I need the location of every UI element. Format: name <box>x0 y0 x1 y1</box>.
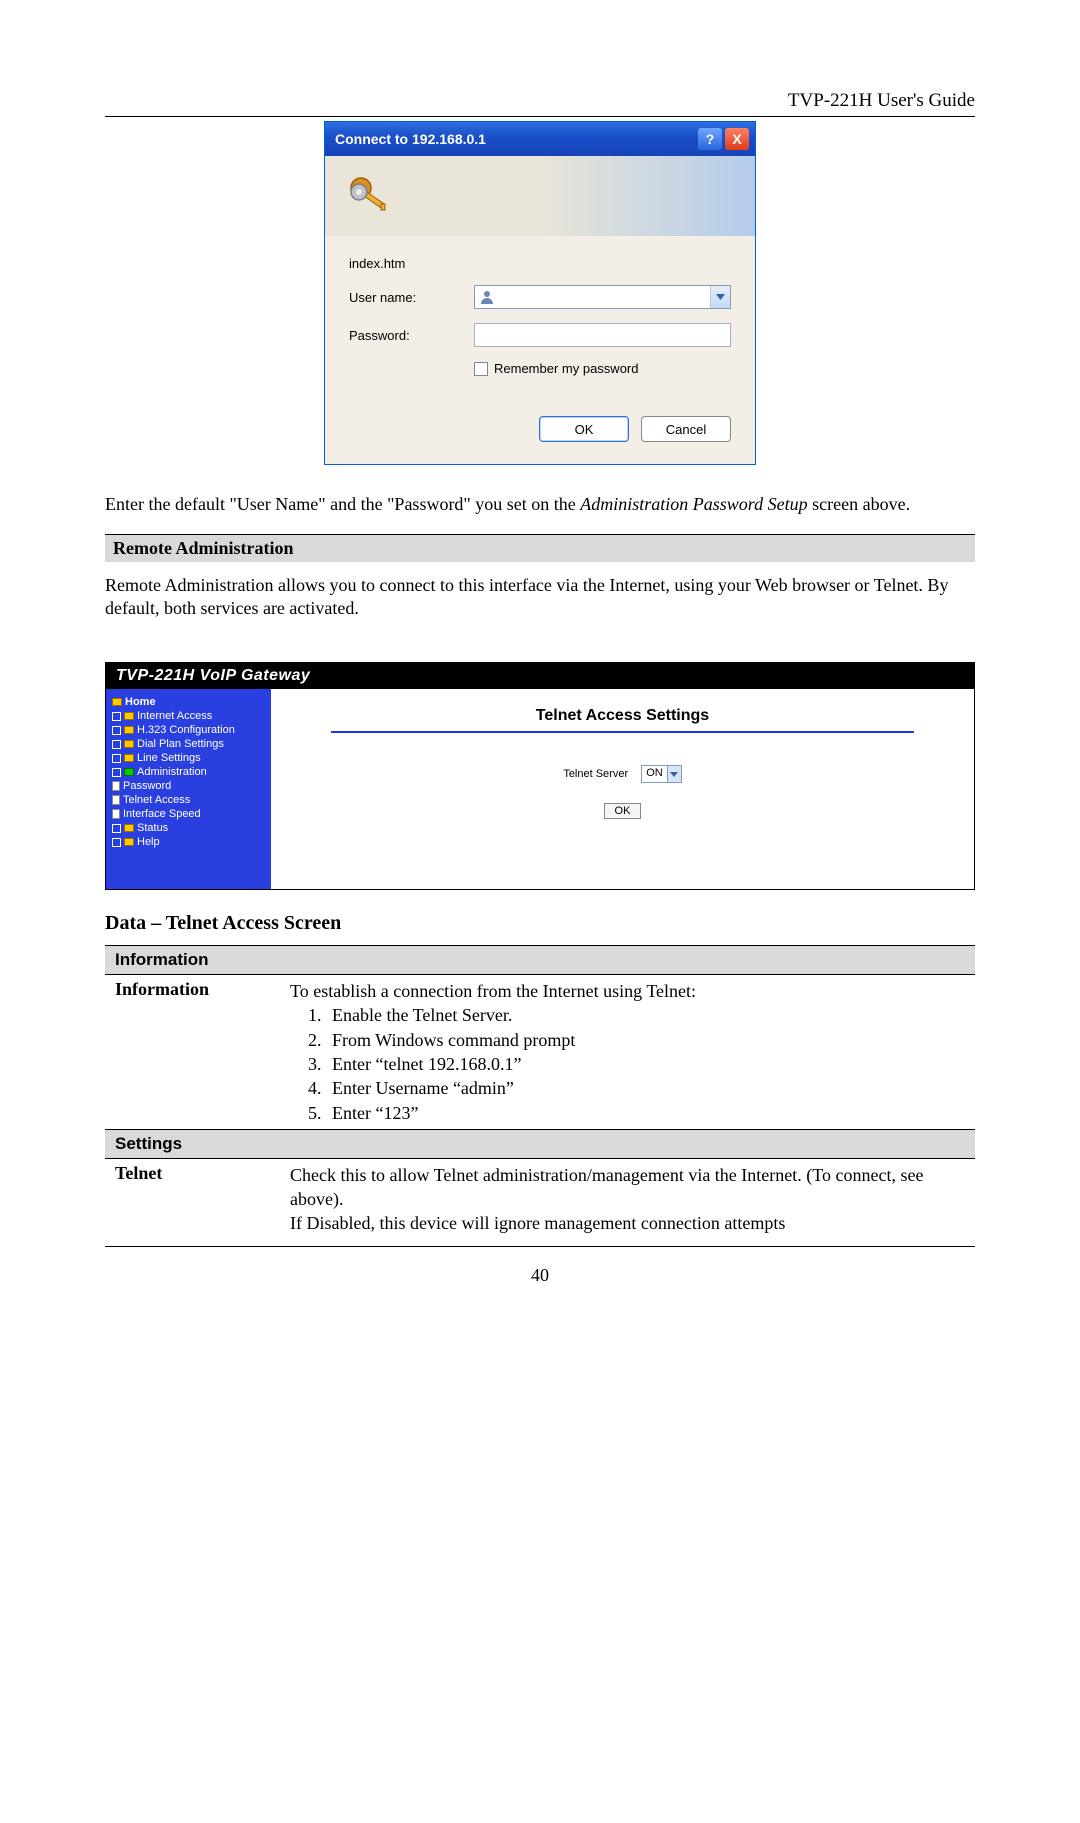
connect-dialog-figure: Connect to 192.168.0.1 ? X index.htm <box>105 121 975 465</box>
subheading-data-telnet: Data – Telnet Access Screen <box>105 912 975 935</box>
info-step-4: Enter Username “admin” <box>326 1076 965 1100</box>
gateway-ok-button[interactable]: OK <box>604 803 642 819</box>
nav-help[interactable]: Help <box>112 835 267 849</box>
folder-icon <box>124 838 134 846</box>
folder-open-icon <box>124 768 134 776</box>
data-table: Information Information To establish a c… <box>105 945 975 1240</box>
nav-password[interactable]: Password <box>112 779 267 793</box>
keys-icon <box>347 172 395 220</box>
nav-administration[interactable]: Administration <box>112 765 267 779</box>
expand-icon <box>112 824 121 833</box>
intro-text-1: Enter the default "User Name" and the "P… <box>105 494 580 514</box>
table-val-telnet: Check this to allow Telnet administratio… <box>280 1159 975 1240</box>
gateway-main: Telnet Access Settings Telnet Server ON … <box>271 689 974 889</box>
table-key-information: Information <box>105 975 280 1129</box>
dropdown-arrow-icon <box>667 766 681 782</box>
doc-icon <box>112 795 120 805</box>
remember-checkbox[interactable] <box>474 362 488 376</box>
gateway-screenshot: TVP-221H VoIP Gateway Home Internet Acce… <box>105 662 975 890</box>
telnet-val-line1: Check this to allow Telnet administratio… <box>290 1163 965 1212</box>
folder-icon <box>124 726 134 734</box>
nav-home[interactable]: Home <box>112 695 267 709</box>
section-heading-remote-admin: Remote Administration <box>105 534 975 562</box>
nav-internet-access[interactable]: Internet Access <box>112 709 267 723</box>
close-icon[interactable]: X <box>725 128 749 150</box>
footer-rule <box>105 1246 975 1247</box>
ok-button[interactable]: OK <box>539 416 629 442</box>
intro-text-italic: Administration Password Setup <box>580 494 807 514</box>
dialog-body: index.htm User name: Password: <box>325 236 755 464</box>
username-label: User name: <box>349 290 474 305</box>
user-icon <box>479 289 495 305</box>
folder-icon <box>124 712 134 720</box>
expand-icon <box>112 712 121 721</box>
nav-interface-speed[interactable]: Interface Speed <box>112 807 267 821</box>
expand-icon <box>112 754 121 763</box>
page-header-title: TVP-221H User's Guide <box>105 90 975 112</box>
intro-text-2: screen above. <box>808 494 910 514</box>
info-step-2: From Windows command prompt <box>326 1028 965 1052</box>
table-key-telnet: Telnet <box>105 1159 280 1240</box>
help-icon[interactable]: ? <box>698 128 722 150</box>
password-label: Password: <box>349 328 474 343</box>
nav-h323[interactable]: H.323 Configuration <box>112 723 267 737</box>
gateway-main-title: Telnet Access Settings <box>291 707 954 725</box>
telnet-val-line2: If Disabled, this device will ignore man… <box>290 1211 965 1235</box>
gateway-rule <box>331 731 914 733</box>
telnet-server-select[interactable]: ON <box>641 765 682 783</box>
flag-icon <box>112 698 122 706</box>
username-input[interactable] <box>474 285 731 309</box>
telnet-server-label: Telnet Server <box>563 768 628 780</box>
nav-telnet-access[interactable]: Telnet Access <box>112 793 267 807</box>
dropdown-arrow-icon[interactable] <box>710 286 730 308</box>
collapse-icon <box>112 768 121 777</box>
remember-row: Remember my password <box>474 361 731 376</box>
info-step-5: Enter “123” <box>326 1101 965 1125</box>
folder-icon <box>124 824 134 832</box>
table-val-information: To establish a connection from the Inter… <box>280 975 975 1129</box>
remember-label: Remember my password <box>494 361 639 376</box>
expand-icon <box>112 838 121 847</box>
remote-admin-paragraph: Remote Administration allows you to conn… <box>105 574 975 620</box>
table-head-settings: Settings <box>105 1130 975 1159</box>
dialog-title-text: Connect to 192.168.0.1 <box>335 131 695 147</box>
info-step-3: Enter “telnet 192.168.0.1” <box>326 1052 965 1076</box>
cancel-button[interactable]: Cancel <box>641 416 731 442</box>
doc-icon <box>112 781 120 791</box>
expand-icon <box>112 726 121 735</box>
info-step-1: Enable the Telnet Server. <box>326 1003 965 1027</box>
table-head-information: Information <box>105 946 975 975</box>
telnet-server-row: Telnet Server ON <box>291 765 954 783</box>
gateway-nav: Home Internet Access H.323 Configuration… <box>106 689 271 889</box>
folder-icon <box>124 740 134 748</box>
nav-status[interactable]: Status <box>112 821 267 835</box>
realm-text: index.htm <box>349 256 474 271</box>
dialog-titlebar: Connect to 192.168.0.1 ? X <box>325 122 755 156</box>
nav-dial-plan[interactable]: Dial Plan Settings <box>112 737 267 751</box>
nav-line-settings[interactable]: Line Settings <box>112 751 267 765</box>
header-rule <box>105 116 975 117</box>
dialog-button-row: OK Cancel <box>349 416 731 442</box>
gateway-title: TVP-221H VoIP Gateway <box>106 663 974 689</box>
doc-icon <box>112 809 120 819</box>
info-intro: To establish a connection from the Inter… <box>290 979 965 1003</box>
password-input[interactable] <box>474 323 731 347</box>
connect-dialog: Connect to 192.168.0.1 ? X index.htm <box>324 121 756 465</box>
expand-icon <box>112 740 121 749</box>
intro-paragraph: Enter the default "User Name" and the "P… <box>105 493 975 516</box>
dialog-banner <box>325 156 755 236</box>
page-number: 40 <box>105 1265 975 1286</box>
telnet-server-value: ON <box>646 767 663 779</box>
folder-icon <box>124 754 134 762</box>
